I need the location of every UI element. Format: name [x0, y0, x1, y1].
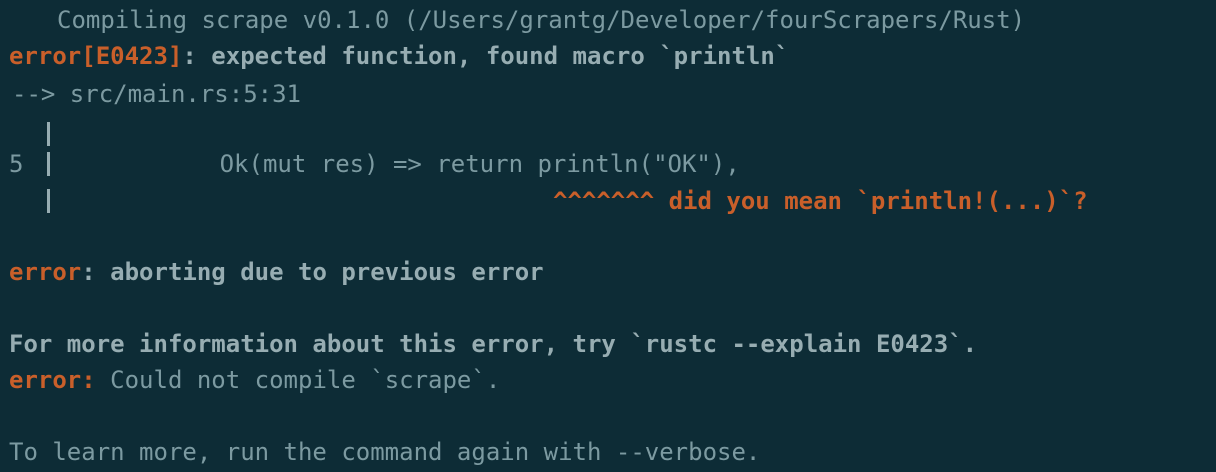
abort-error-label: error	[9, 258, 82, 286]
learn-more-line: To learn more, run the command again wit…	[9, 438, 761, 466]
location-path: src/main.rs:5:31	[55, 80, 301, 108]
compile-error-line: error: Could not compile `scrape`.	[9, 364, 500, 396]
caret-hint-line: ^^^^^^^ did you mean `println!(...)`?	[553, 185, 1088, 217]
error-carets: ^^^^^^^	[553, 187, 655, 215]
terminal-window: Compiling scrape v0.1.0 (/Users/grantg/D…	[0, 0, 1216, 472]
gutter-bar-top	[47, 122, 50, 146]
abort-error-line: error: aborting due to previous error	[9, 256, 544, 288]
error-e0423-line: error[E0423]: expected function, found m…	[9, 40, 789, 72]
source-line-number: 5	[9, 150, 24, 178]
source-code: Ok(mut res) => return println("OK"),	[104, 150, 740, 178]
gutter-bar-bottom	[47, 189, 50, 213]
compile-error-message: Could not compile `scrape`.	[95, 366, 501, 394]
source-line: 5	[9, 148, 23, 180]
error-hint: did you mean `println!(...)`?	[654, 187, 1088, 215]
compiling-text: scrape v0.1.0 (/Users/grantg/Developer/f…	[187, 6, 1026, 34]
location-arrow: -->	[12, 80, 56, 108]
abort-error-message: : aborting due to previous error	[81, 258, 544, 286]
more-info-line: For more information about this error, t…	[9, 330, 978, 358]
error-message: : expected function, found macro `printl…	[182, 42, 790, 70]
compiling-line: Compiling scrape v0.1.0 (/Users/grantg/D…	[57, 4, 1025, 36]
location-line: --> src/main.rs:5:31	[12, 78, 301, 110]
compiling-keyword: Compiling	[57, 6, 188, 34]
gutter-bar-source	[47, 152, 50, 176]
compile-error-label: error:	[9, 366, 96, 394]
error-code-label: error[E0423]	[9, 42, 183, 70]
